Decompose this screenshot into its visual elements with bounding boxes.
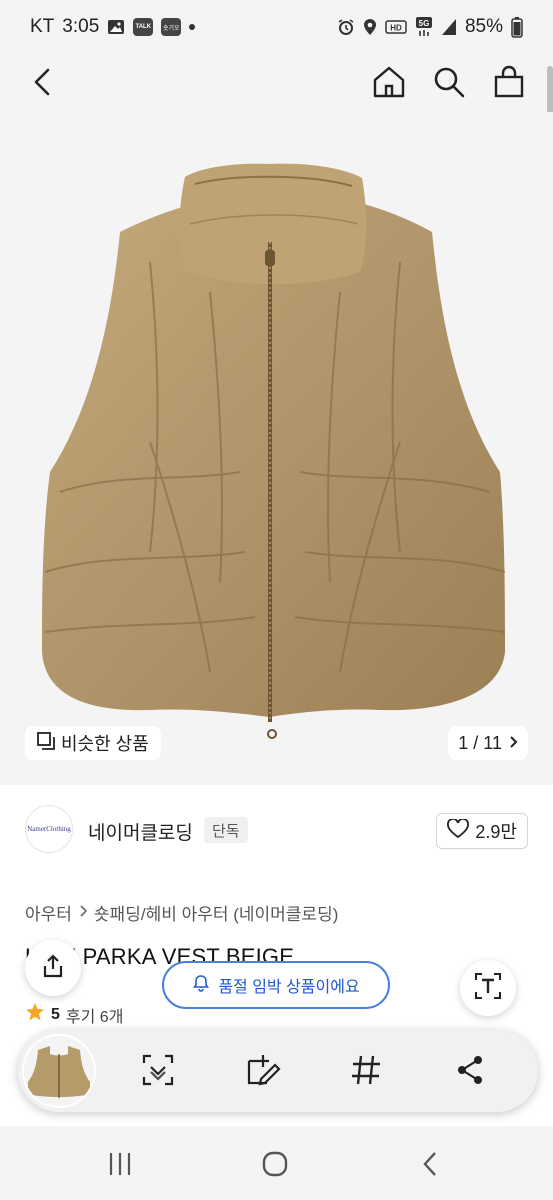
back-icon[interactable] xyxy=(26,64,62,100)
thumbnail-vest-image xyxy=(24,1036,94,1106)
similar-icon xyxy=(37,731,55,755)
share-button[interactable] xyxy=(25,940,81,996)
home-circle-icon[interactable] xyxy=(255,1148,295,1180)
status-bar: KT 3:05 TALK 숏기오 HD 5G 85% xyxy=(0,0,553,54)
talk-icon: TALK xyxy=(133,18,154,36)
system-navigation-bar xyxy=(0,1126,553,1200)
capture-toolbar xyxy=(18,1030,538,1112)
product-vest-image xyxy=(42,163,506,739)
location-icon xyxy=(363,18,377,36)
scan-icon[interactable] xyxy=(138,1050,178,1090)
image-icon xyxy=(107,19,125,35)
similar-products-label: 비슷한 상품 xyxy=(61,734,149,754)
recents-icon[interactable] xyxy=(100,1148,140,1180)
cart-icon[interactable] xyxy=(491,64,527,100)
notification-icon: 숏기오 xyxy=(161,18,182,36)
capture-thumbnail[interactable] xyxy=(22,1034,96,1108)
signal-icon xyxy=(441,18,457,36)
like-button[interactable]: 2.9만 xyxy=(436,813,528,849)
top-nav-actions xyxy=(371,64,527,100)
breadcrumb-item-category[interactable]: 숏패딩/헤비 아우터 (네이머클로딩) xyxy=(94,900,338,925)
battery-icon xyxy=(511,16,523,38)
battery-label: 85% xyxy=(464,16,503,37)
brand-logo[interactable]: NamerClothing xyxy=(25,805,73,853)
brand-name[interactable]: 네이머클로딩 xyxy=(88,818,193,845)
hashtag-icon[interactable] xyxy=(346,1050,386,1090)
exclusive-badge: 단독 xyxy=(204,817,248,843)
status-left: KT 3:05 TALK 숏기오 xyxy=(30,16,196,38)
rating-row[interactable]: 5 후기 6개 xyxy=(25,1002,123,1027)
star-icon xyxy=(25,1002,45,1027)
brand-logo-text: NamerClothing xyxy=(27,825,71,833)
svg-text:HD: HD xyxy=(390,24,402,33)
chevron-right-icon xyxy=(508,733,518,754)
capture-tools xyxy=(138,1050,490,1090)
hd-icon: HD xyxy=(385,19,407,35)
share-upload-icon xyxy=(40,953,66,984)
image-pager-label: 1 / 11 xyxy=(458,732,502,753)
heart-icon xyxy=(447,817,470,844)
brand-row: NamerClothing 네이머클로딩 단독 2.9만 xyxy=(0,785,553,873)
back-chevron-icon[interactable] xyxy=(410,1148,450,1180)
similar-products-button[interactable]: 비슷한 상품 xyxy=(25,726,161,760)
5g-icon: 5G xyxy=(415,16,433,38)
bell-icon xyxy=(192,974,210,997)
share-icon[interactable] xyxy=(450,1050,490,1090)
time-label: 3:05 xyxy=(62,16,100,37)
status-right: HD 5G 85% xyxy=(337,16,523,38)
top-navigation xyxy=(0,54,553,112)
low-stock-toast[interactable]: 품절 임박 상품이에요 xyxy=(162,961,390,1009)
svg-text:5G: 5G xyxy=(419,19,430,28)
breadcrumb: 아우터 숏패딩/헤비 아우터 (네이머클로딩) xyxy=(25,900,338,925)
dot-icon xyxy=(189,24,196,30)
toast-text: 품절 임박 상품이에요 xyxy=(218,979,360,996)
review-count[interactable]: 후기 6개 xyxy=(66,1003,124,1027)
like-count: 2.9만 xyxy=(475,822,517,842)
text-scan-icon xyxy=(473,971,503,1006)
search-icon[interactable] xyxy=(431,64,467,100)
carrier-label: KT xyxy=(30,16,55,37)
home-icon[interactable] xyxy=(371,64,407,100)
edit-icon[interactable] xyxy=(242,1050,282,1090)
rating-score: 5 xyxy=(51,1005,60,1023)
alarm-icon xyxy=(337,18,355,36)
image-pager[interactable]: 1 / 11 xyxy=(448,726,528,760)
product-image-carousel[interactable]: 비슷한 상품 1 / 11 xyxy=(0,112,553,785)
breadcrumb-item-outer[interactable]: 아우터 xyxy=(25,900,72,925)
chevron-right-icon xyxy=(78,903,88,923)
text-extract-button[interactable] xyxy=(460,960,516,1016)
